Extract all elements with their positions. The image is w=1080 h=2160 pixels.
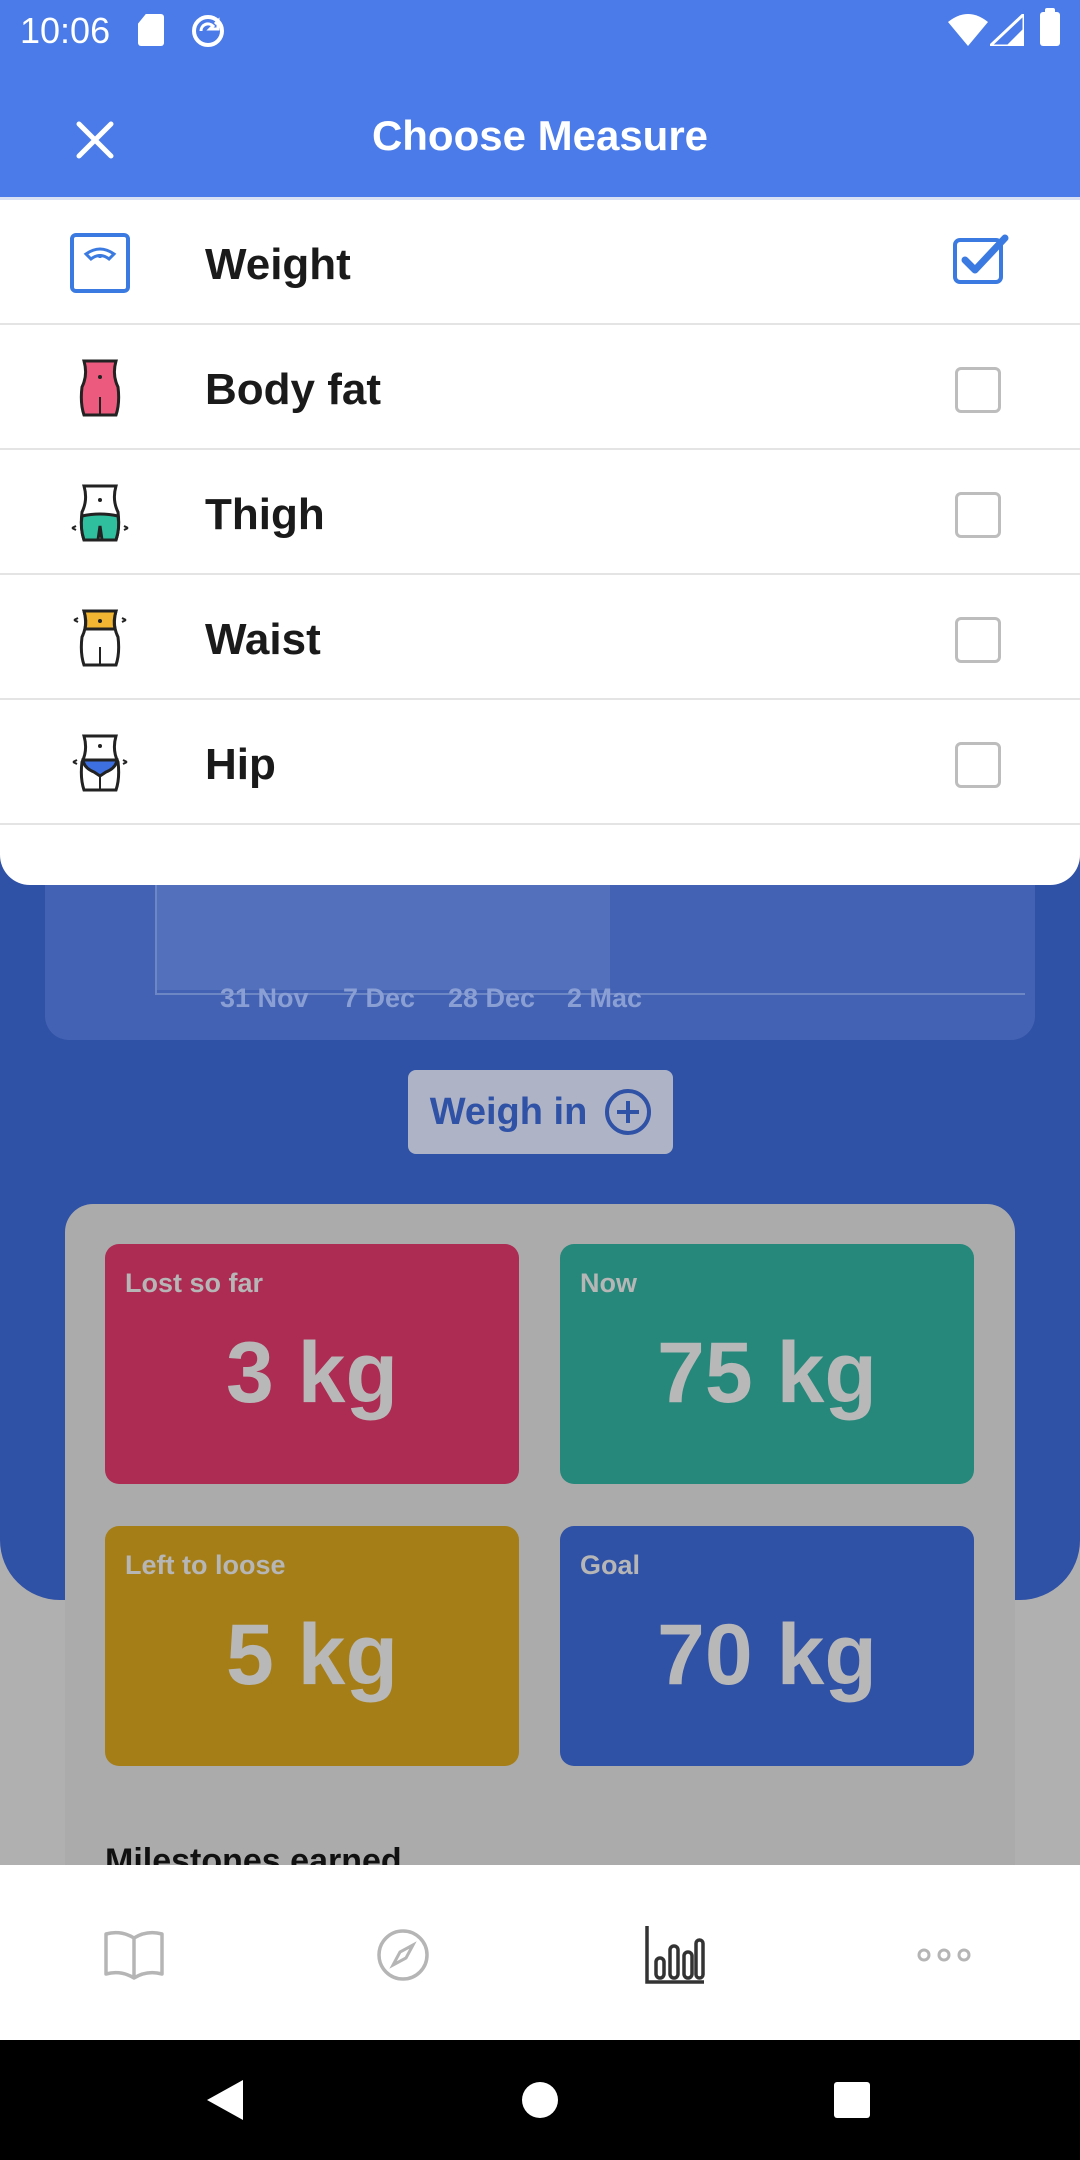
measure-row-hip[interactable]: Hip	[0, 700, 1080, 825]
tile-label: Goal	[580, 1550, 641, 1580]
chart-x-label: 28 Dec	[448, 983, 536, 1013]
plus-circle-icon	[605, 1089, 652, 1135]
nav-item-learn[interactable]	[84, 1905, 184, 2005]
now-tile: Now 75 kg	[560, 1244, 974, 1484]
measure-label: Weight	[205, 240, 351, 289]
measure-checkbox[interactable]	[955, 367, 1001, 413]
tile-value: 3 kg	[225, 1325, 399, 1421]
battery-icon	[1040, 8, 1060, 46]
measure-row-waist[interactable]: Waist	[0, 575, 1080, 700]
thigh-icon	[60, 478, 140, 548]
left-to-lose-tile: Left to loose 5 kg	[105, 1526, 519, 1766]
compass-icon	[377, 1929, 429, 1981]
tile-value: 75 kg	[657, 1325, 877, 1421]
nav-item-explore[interactable]	[353, 1905, 453, 2005]
tile-label: Now	[580, 1268, 637, 1298]
tile-value: 5 kg	[225, 1607, 399, 1703]
back-button[interactable]	[195, 2070, 255, 2130]
measure-sheet: Weight Body fat Thigh Waist Hip	[0, 197, 1080, 885]
chart-x-label: 7 Dec	[343, 983, 416, 1013]
status-time: 10:06	[20, 10, 111, 51]
sd-card-icon	[138, 14, 164, 46]
weigh-in-button[interactable]: Weigh in	[408, 1070, 673, 1154]
weigh-in-label: Weigh in	[429, 1090, 588, 1133]
nav-item-progress[interactable]	[625, 1905, 725, 2005]
measure-label: Thigh	[205, 490, 325, 539]
nav-item-more[interactable]	[894, 1905, 994, 2005]
page-title: Choose Measure	[371, 112, 709, 159]
chart-x-label: 31 Nov	[220, 983, 309, 1013]
signal-icon	[990, 14, 1024, 46]
body-fat-icon	[60, 353, 140, 423]
measure-checkbox[interactable]	[955, 492, 1001, 538]
checkbox-checked-icon	[953, 234, 1009, 284]
measure-label: Body fat	[205, 365, 381, 414]
sync-icon	[192, 15, 224, 47]
app-bar: Choose Measure	[0, 60, 1080, 197]
wifi-icon	[948, 14, 988, 46]
home-icon	[522, 2082, 558, 2118]
measure-label: Waist	[205, 615, 321, 664]
tile-label: Lost so far	[125, 1268, 264, 1298]
measure-row-thigh[interactable]: Thigh	[0, 450, 1080, 575]
measure-checkbox[interactable]	[955, 617, 1001, 663]
tile-value: 70 kg	[657, 1607, 877, 1703]
back-icon	[207, 2080, 243, 2120]
book-icon	[104, 1930, 164, 1980]
status-bar: 10:06	[0, 0, 1080, 60]
chart-x-label: 2 Mac	[567, 983, 643, 1013]
measure-row-body-fat[interactable]: Body fat	[0, 325, 1080, 450]
waist-icon	[60, 603, 140, 673]
measure-label: Hip	[205, 740, 276, 789]
system-navigation-bar	[0, 2040, 1080, 2160]
hip-icon	[60, 728, 140, 798]
measure-row-weight[interactable]: Weight	[0, 200, 1080, 325]
goal-tile: Goal 70 kg	[560, 1526, 974, 1766]
scale-icon	[60, 228, 140, 298]
recents-icon	[834, 2082, 870, 2118]
more-icon	[917, 1948, 971, 1962]
measure-checkbox[interactable]	[955, 742, 1001, 788]
bottom-navigation	[0, 1865, 1080, 2040]
chart-axis	[155, 880, 1025, 995]
bar-chart-icon	[645, 1926, 705, 1984]
recents-button[interactable]	[822, 2070, 882, 2130]
tile-label: Left to loose	[125, 1550, 286, 1580]
lost-so-far-tile: Lost so far 3 kg	[105, 1244, 519, 1484]
home-button[interactable]	[510, 2070, 570, 2130]
measure-checkbox-checked[interactable]	[953, 234, 1009, 284]
